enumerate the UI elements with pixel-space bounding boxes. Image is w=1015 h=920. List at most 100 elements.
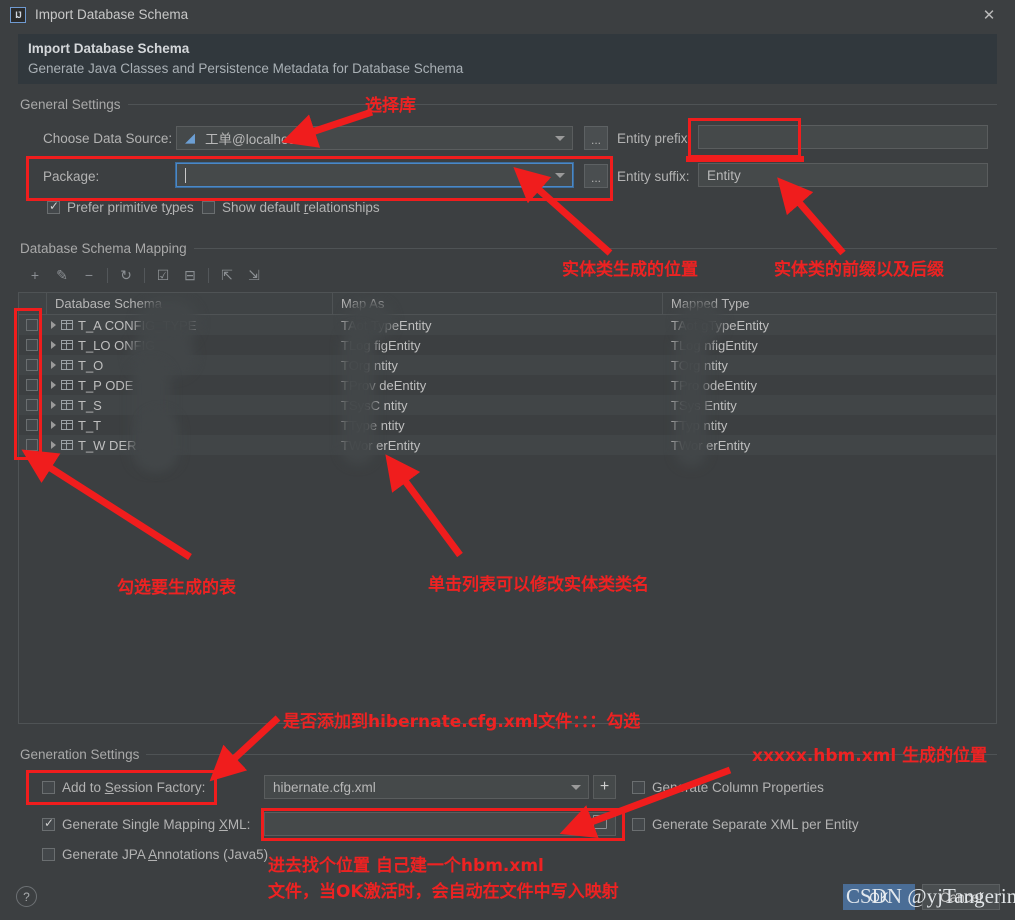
data-source-browse-button[interactable]: ... [584,126,608,150]
cell-mapped-type[interactable]: TOrg ntity [663,355,996,375]
chevron-down-icon [555,136,565,141]
expand-triangle-icon[interactable] [51,381,56,389]
generate-separate-xml-checkbox[interactable]: Generate Separate XML per Entity [632,817,859,832]
cell-database-schema[interactable]: T_W DER [47,435,333,455]
row-checkbox[interactable] [26,419,38,431]
add-session-factory-button[interactable]: + [593,775,616,799]
header-map-as[interactable]: Map As [333,293,663,314]
row-checkbox[interactable] [26,319,38,331]
banner-subtitle: Generate Java Classes and Persistence Me… [28,61,464,76]
generate-jpa-annotations-label: Generate JPA Annotations (Java5) [62,847,269,862]
cell-map-as[interactable]: TProv deEntity [333,375,663,395]
schema-mapping-table[interactable]: Database Schema Map As Mapped Type T_A C… [18,292,997,724]
row-checkbox-cell[interactable] [19,335,47,355]
cell-map-as[interactable]: TOrg ntity [333,355,663,375]
table-row[interactable]: T_LO ONFIG TLog figEntity TLog nfigEntity [19,335,996,355]
row-checkbox-cell[interactable] [19,315,47,335]
expand-triangle-icon[interactable] [51,361,56,369]
cell-map-as[interactable]: TLog figEntity [333,335,663,355]
general-settings-group-label: General Settings [20,97,128,112]
cell-map-as[interactable]: TType ntity [333,415,663,435]
cell-mapped-type[interactable]: TLog nfigEntity [663,335,996,355]
cell-database-schema[interactable]: T_P ODE [47,375,333,395]
mapping-group-label: Database Schema Mapping [20,241,194,256]
help-icon[interactable]: ? [16,886,37,907]
header-database-schema[interactable]: Database Schema [47,293,333,314]
row-checkbox[interactable] [26,379,38,391]
table-icon [61,320,73,330]
refresh-icon[interactable]: ↻ [115,264,137,286]
package-combo[interactable] [176,163,573,187]
cell-database-schema[interactable]: T_LO ONFIG [47,335,333,355]
add-to-session-factory-checkbox[interactable]: Add to Session Factory: [42,780,205,795]
header-mapped-type[interactable]: Mapped Type [663,293,996,314]
generate-column-properties-checkbox[interactable]: Generate Column Properties [632,780,824,795]
entity-prefix-input[interactable] [698,125,988,149]
expand-triangle-icon[interactable] [51,341,56,349]
table-row[interactable]: T_A CONFIG_TYPE TAot TypeEntity TAot gType… [19,315,996,335]
cell-mapped-type[interactable]: TTyp ntity [663,415,996,435]
row-checkbox-cell[interactable] [19,355,47,375]
cell-mapped-type[interactable]: TWor erEntity [663,435,996,455]
schema-name: T_T [78,417,102,433]
table-row[interactable]: T_O TOrg ntity TOrg ntity [19,355,996,375]
folder-icon[interactable] [592,815,607,829]
cell-database-schema[interactable]: T_A CONFIG_TYPE [47,315,333,335]
checkbox-box [632,818,645,831]
generate-single-mapping-xml-label: Generate Single Mapping XML: [62,817,251,832]
cell-database-schema[interactable]: T_O [47,355,333,375]
expand-triangle-icon[interactable] [51,401,56,409]
data-source-combo[interactable]: ◢ 工单@localhost [176,126,573,150]
cell-map-as[interactable]: TSysC ntity [333,395,663,415]
row-checkbox[interactable] [26,339,38,351]
row-checkbox-cell[interactable] [19,375,47,395]
dialog-banner: Import Database Schema Generate Java Cla… [18,34,997,84]
cell-database-schema[interactable]: T_S [47,395,333,415]
mapping-toolbar: + ✎ − ↻ ☑ ⊟ ⇱ ⇲ [24,264,270,286]
mapping-xml-path-input[interactable] [264,812,616,836]
package-browse-button[interactable]: ... [584,164,608,188]
cell-mapped-type[interactable]: TAot gTypeEntity [663,315,996,335]
prefer-primitive-types-checkbox[interactable]: Prefer primitive types [47,199,194,215]
close-icon[interactable]: ✕ [975,4,1003,26]
expand-triangle-icon[interactable] [51,421,56,429]
generate-jpa-annotations-checkbox[interactable]: Generate JPA Annotations (Java5) [42,847,268,862]
expand-all-icon[interactable]: ⇱ [216,264,238,286]
table-row[interactable]: T_T TType ntity TTyp ntity [19,415,996,435]
session-factory-combo[interactable]: hibernate.cfg.xml [264,775,589,799]
expand-triangle-icon[interactable] [51,321,56,329]
entity-suffix-input[interactable]: Entity [698,163,988,187]
table-row[interactable]: T_P ODE TProv deEntity TPro odeEntity [19,375,996,395]
cell-map-as[interactable]: TAot TypeEntity [333,315,663,335]
row-checkbox-cell[interactable] [19,415,47,435]
checkbox-box [42,781,55,794]
annotation-create-hbm-line2: 文件，当OK激活时，会自动在文件中写入映射 [268,882,619,902]
row-checkbox[interactable] [26,359,38,371]
table-icon [61,340,73,350]
checkbox-box [47,199,60,214]
table-row[interactable]: T_S TSysC ntity TSys Entity [19,395,996,415]
row-checkbox-cell[interactable] [19,435,47,455]
collapse-all-icon[interactable]: ⇲ [243,264,265,286]
row-checkbox[interactable] [26,439,38,451]
add-icon[interactable]: + [24,264,46,286]
cell-map-as[interactable]: TWor erEntity [333,435,663,455]
expand-triangle-icon[interactable] [51,441,56,449]
cell-database-schema[interactable]: T_T [47,415,333,435]
table-row[interactable]: T_W DER TWor erEntity TWor erEntity [19,435,996,455]
show-default-relationships-checkbox[interactable]: Show default relationships [202,200,380,215]
select-all-icon[interactable]: ☑ [152,264,174,286]
checkbox-box [202,201,215,214]
generate-single-mapping-xml-checkbox[interactable]: Generate Single Mapping XML: [42,816,251,832]
cell-mapped-type[interactable]: TSys Entity [663,395,996,415]
cell-mapped-type[interactable]: TPro odeEntity [663,375,996,395]
checkbox-box [42,848,55,861]
edit-pencil-icon[interactable]: ✎ [51,264,73,286]
generate-separate-xml-label: Generate Separate XML per Entity [652,817,859,832]
entity-suffix-value: Entity [707,167,741,183]
row-checkbox[interactable] [26,399,38,411]
schema-name: T_P ODE [78,377,134,393]
deselect-all-icon[interactable]: ⊟ [179,264,201,286]
remove-icon[interactable]: − [78,264,100,286]
row-checkbox-cell[interactable] [19,395,47,415]
